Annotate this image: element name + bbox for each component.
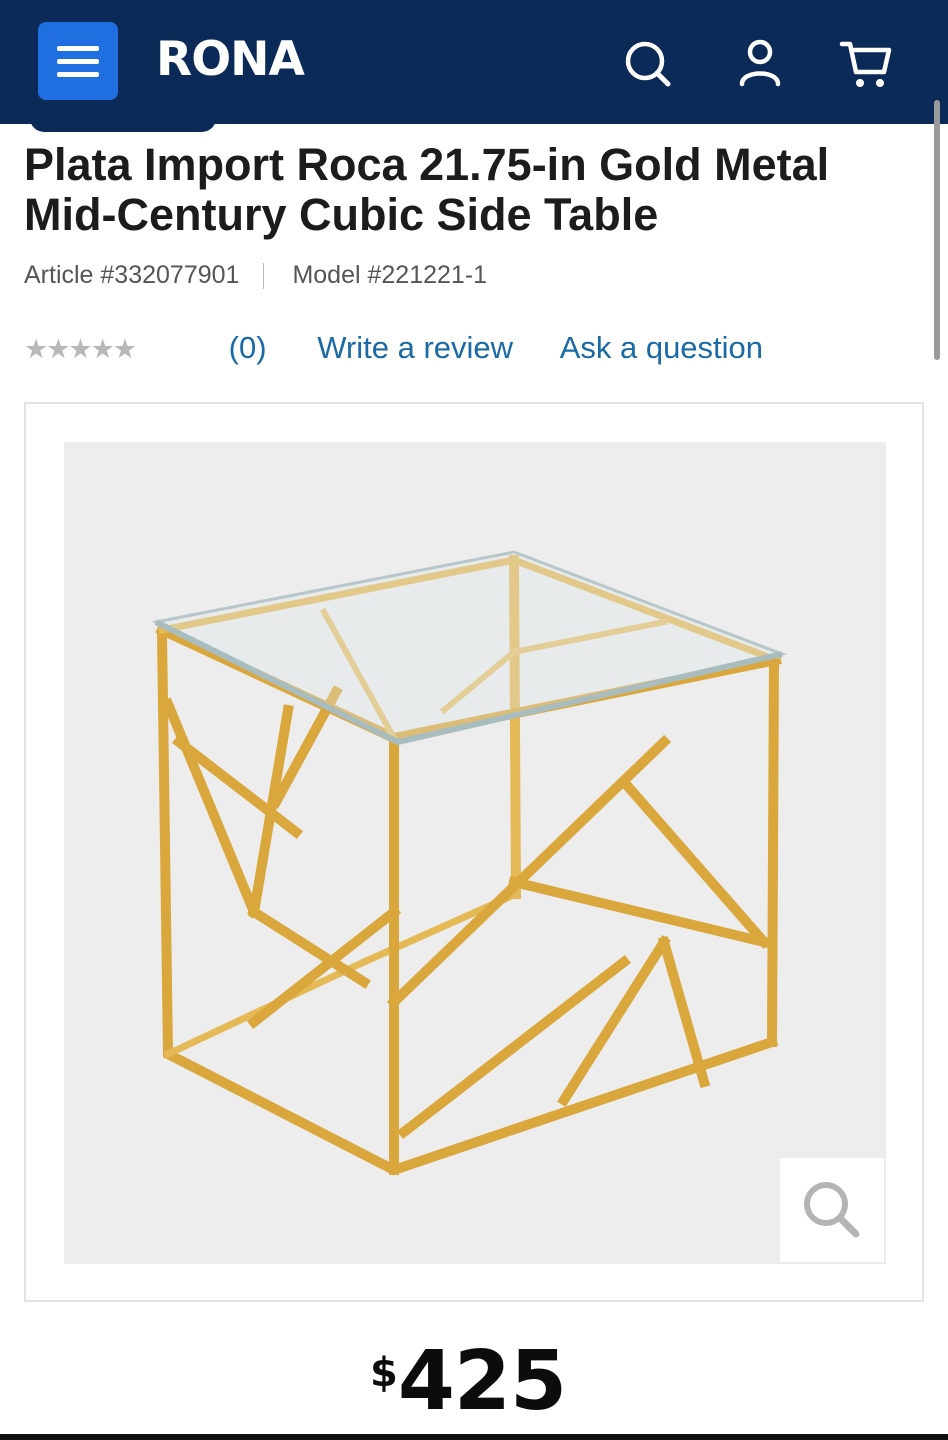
ask-question-link[interactable]: Ask a question [560, 326, 763, 370]
search-icon[interactable] [620, 36, 676, 92]
header-tab-edge [30, 116, 216, 132]
product-identifiers: Article #332077901 Model #221221-1 [24, 258, 487, 292]
zoom-button[interactable] [780, 1158, 884, 1262]
identifier-divider [263, 263, 265, 290]
price-currency: $ [370, 1350, 398, 1396]
product-price: $425 [370, 1332, 567, 1432]
cart-icon[interactable] [838, 36, 894, 92]
rona-logo[interactable]: RONA [156, 34, 305, 86]
product-title: Plata Import Roca 21.75-in Gold Metal Mi… [24, 139, 830, 240]
menu-icon-bar [57, 46, 99, 51]
article-number: Article #332077901 [24, 261, 240, 289]
menu-icon-bar [57, 72, 99, 77]
product-image-card[interactable] [24, 402, 924, 1302]
product-image[interactable] [64, 442, 886, 1264]
review-count[interactable]: (0) [229, 326, 309, 370]
zoom-icon [804, 1182, 860, 1238]
model-number: Model #221221-1 [292, 261, 488, 289]
menu-button[interactable] [38, 22, 118, 100]
star-rating[interactable]: ★★★★★ [24, 327, 220, 371]
menu-icon-bar [57, 59, 99, 64]
top-navigation-bar: RONA [0, 0, 948, 124]
scrollbar[interactable] [934, 100, 940, 360]
price-amount: 425 [397, 1334, 567, 1429]
rating-row: ★★★★★ (0) Write a review Ask a question [24, 326, 801, 370]
write-review-link[interactable]: Write a review [317, 326, 513, 370]
bottom-border [0, 1434, 948, 1440]
side-table-illustration [151, 550, 788, 1176]
account-icon[interactable] [732, 36, 788, 92]
